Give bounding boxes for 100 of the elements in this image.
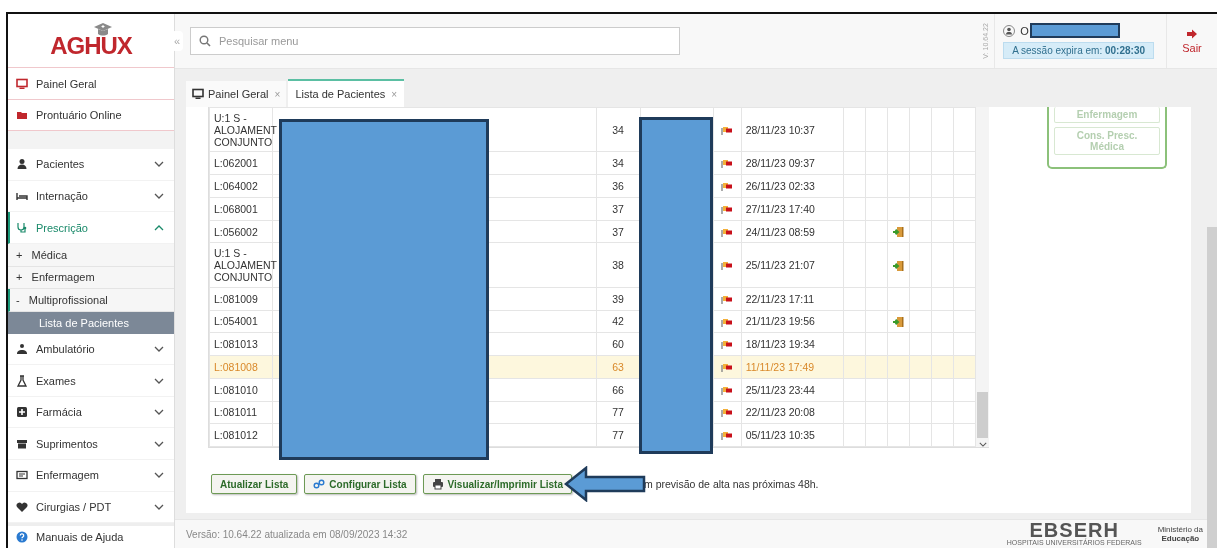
table-cell: 34 — [612, 123, 624, 136]
menu-item-label[interactable]: Ambulatório — [36, 343, 146, 356]
table-cell: L:081008 — [214, 360, 258, 373]
help-icon — [16, 531, 28, 544]
table-cell: 66 — [612, 383, 624, 396]
monitor-icon — [192, 88, 204, 100]
table-cell: U:1 S - ALOJAMENT CONJUNTO — [214, 247, 277, 284]
flag-icon — [721, 182, 734, 193]
chevron-down-icon — [154, 409, 164, 416]
table-cell: U:1 S - ALOJAMENT CONJUNTO — [214, 111, 277, 148]
sidebar-link[interactable]: Painel Geral — [8, 68, 174, 100]
table-cell: 28/11/23 09:37 — [745, 157, 815, 170]
user-icon — [1003, 24, 1016, 37]
table-cell: L:081009 — [214, 292, 258, 305]
menu-item-label[interactable]: Farmácia — [36, 406, 146, 419]
chevron-down-icon[interactable] — [978, 442, 987, 447]
submenu-item[interactable]: + Enfermagem — [8, 266, 174, 290]
sidebar-link-label[interactable]: Painel Geral — [36, 77, 97, 90]
sidebar-menu-item[interactable]: Farmácia — [8, 396, 174, 429]
sidebar-link-label[interactable]: Prontuário Online — [36, 109, 122, 122]
submenu-item[interactable]: Lista de Pacientes — [8, 312, 174, 334]
chevron-up-icon — [154, 224, 164, 231]
flag-icon — [721, 408, 734, 419]
flag-icon — [721, 125, 734, 136]
sidebar-menu-item[interactable]: Internação — [8, 180, 174, 213]
version-text: Versão: 10.64.22 atualizada em 08/09/2023 14:32 — [186, 528, 408, 540]
table-cell: 34 — [612, 157, 624, 170]
flag-icon — [721, 159, 734, 170]
user-name: O — [1020, 24, 1029, 37]
sidebar-menu-item[interactable]: Suprimentos — [8, 428, 174, 461]
action-button[interactable]: Visualizar/Imprimir Lista — [422, 474, 572, 494]
scrollbar-thumb[interactable] — [977, 392, 988, 438]
chevron-down-icon — [154, 472, 164, 479]
aghux-logo[interactable]: AGHUX — [50, 21, 132, 60]
chevron-down-icon — [154, 440, 164, 447]
table-cell: 37 — [612, 202, 624, 215]
table-scrollbar[interactable] — [976, 107, 989, 447]
menu-item-label[interactable]: Prescrição — [36, 221, 146, 234]
card-icon — [16, 469, 28, 482]
submenu-item[interactable]: - Multiprofissional — [8, 289, 174, 313]
sidebar-menu-item[interactable]: Enfermagem — [8, 460, 174, 492]
flag-icon — [721, 363, 734, 373]
help-link-label[interactable]: Manuais de Ajuda — [36, 531, 124, 544]
heart-icon — [16, 500, 28, 513]
table-cell: L:081013 — [214, 338, 258, 351]
exit-door-icon — [892, 259, 905, 272]
help-link[interactable]: Manuais de Ajuda — [8, 523, 174, 548]
action-button[interactable]: Atualizar Lista — [211, 474, 298, 494]
table-cell: L:081010 — [214, 383, 258, 396]
table-cell: 36 — [612, 180, 624, 193]
menu-item-label[interactable]: Cirurgias / PDT — [36, 500, 146, 513]
menu-item-label[interactable]: Pacientes — [36, 158, 146, 171]
table-cell: 21/11/23 19:56 — [745, 315, 815, 328]
flag-icon — [721, 431, 734, 442]
monitor-icon — [16, 77, 28, 90]
table-cell: 39 — [612, 292, 624, 305]
table-cell: L:064002 — [214, 180, 258, 193]
chevron-down-icon — [154, 346, 164, 353]
search-field[interactable]: Pesquisar menu — [190, 27, 680, 55]
submenu-item[interactable]: + Médica — [8, 243, 174, 267]
table-cell: L:056002 — [214, 225, 258, 238]
bed-icon — [16, 190, 28, 203]
menu-item-label[interactable]: Exames — [36, 374, 146, 387]
tab[interactable]: Lista de Pacientes × — [288, 79, 405, 107]
table-cell: 26/11/23 02:33 — [745, 180, 815, 193]
table-cell: 22/11/23 20:08 — [745, 406, 815, 419]
table-cell: 25/11/23 21:07 — [745, 259, 815, 272]
logout-button[interactable]: Sair — [1167, 28, 1217, 54]
menu-item-label[interactable]: Internação — [36, 190, 146, 203]
table-cell: 63 — [612, 360, 624, 373]
flag-icon — [721, 227, 734, 238]
session-timer: A sessão expira em: 00:28:30 — [1003, 42, 1154, 59]
box-icon — [16, 437, 28, 450]
search-icon — [199, 35, 211, 47]
table-cell: 24/11/23 08:59 — [745, 225, 815, 238]
table-cell: 42 — [612, 315, 624, 328]
table-cell: L:081012 — [214, 429, 258, 442]
flag-icon — [721, 294, 734, 305]
table-cell: 28/11/23 10:37 — [745, 123, 815, 136]
flag-icon — [721, 385, 734, 396]
people-icon — [16, 343, 28, 356]
table-cell: 37 — [612, 225, 624, 238]
sidebar-menu-item[interactable]: Pacientes — [8, 149, 174, 181]
sidebar-menu-item[interactable]: Ambulatório — [8, 333, 174, 366]
chevron-down-icon — [154, 193, 164, 200]
menu-item-label[interactable]: Enfermagem — [36, 469, 146, 482]
action-button[interactable]: Configurar Lista — [304, 474, 416, 494]
menu-item-label[interactable]: Suprimentos — [36, 437, 146, 450]
tab[interactable]: Painel Geral × — [186, 81, 287, 107]
sidebar-menu-item[interactable]: Cirurgias / PDT — [8, 491, 174, 524]
table-cell: 22/11/23 17:11 — [745, 292, 815, 305]
printer-icon — [431, 478, 444, 490]
legend-text: m previsão de alta nas próximas 48h. — [644, 478, 819, 490]
brand-logo-text: EBSERH — [1029, 521, 1119, 539]
exit-door-icon — [892, 226, 905, 239]
page-scrollbar[interactable] — [1207, 227, 1217, 548]
sidebar-menu-item[interactable]: Exames — [8, 365, 174, 397]
table-cell: 60 — [612, 338, 624, 351]
ministry-text: Educação — [1161, 534, 1200, 543]
table-cell: 25/11/23 23:44 — [745, 383, 815, 396]
